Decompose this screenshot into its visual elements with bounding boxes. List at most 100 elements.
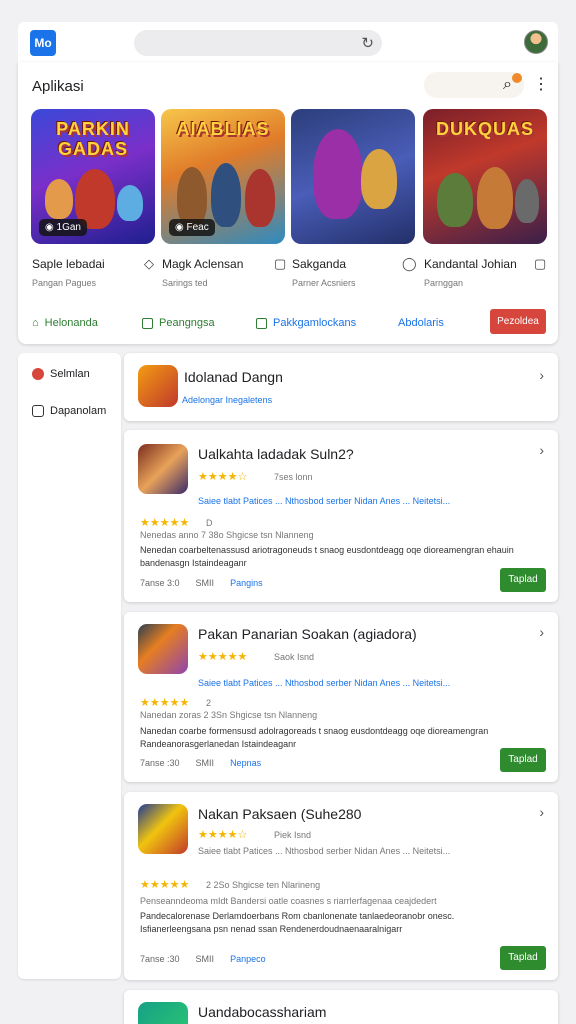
filter-label: Abdolaris	[398, 317, 444, 329]
chevron-right-icon[interactable]: ›	[539, 804, 544, 820]
game-banner: AIABLIAS	[176, 119, 270, 139]
app-footer: 7anse 3:0 SMII Pangins	[140, 578, 263, 588]
suggestion-title: Idolanad Dangn	[184, 369, 283, 385]
game-title[interactable]: Sakganda	[292, 257, 346, 271]
game-tile[interactable]: DUKQUAS	[423, 109, 547, 244]
app-card[interactable]: Ualkahta ladadak Suln2? ★★★★☆ 7ses lonn …	[124, 430, 558, 602]
reload-icon[interactable]: ↻	[361, 34, 374, 52]
filter-label: Peangngsa	[159, 317, 215, 329]
app-links[interactable]: Saiee tlabt Patices ... Nthosbod serber …	[198, 846, 450, 856]
sidebar-item[interactable]: Selmlan	[32, 368, 90, 380]
more-options-icon[interactable]: ⋮	[533, 74, 549, 94]
app-meta: Saok Isnd	[274, 652, 315, 662]
rating-stars: ★★★★☆	[198, 829, 248, 841]
footer-link[interactable]: Nepnas	[230, 758, 261, 768]
app-title: Uandabocasshariam	[198, 1004, 327, 1020]
app-info: Nanedan zoras 2 3Sn Shgicse tsn Nlanneng	[140, 710, 318, 720]
app-card[interactable]: Nakan Paksaen (Suhe280 ★★★★☆ Piek Isnd S…	[124, 792, 558, 980]
rating-stars: ★★★★★	[140, 879, 190, 891]
share-icon[interactable]: ◇	[144, 256, 154, 272]
chevron-right-icon[interactable]: ›	[539, 624, 544, 640]
app-card[interactable]: Pakan Panarian Soakan (agiadora) ★★★★★ S…	[124, 612, 558, 782]
suggestion-card[interactable]: Idolanad Dangn Adelongar Inegaletens ›	[124, 353, 558, 421]
install-button[interactable]: Taplad	[500, 748, 546, 772]
suggestion-subtitle: Adelongar Inegaletens	[182, 395, 273, 405]
rating-count: 2 2So Shgicse ten Nlarineng	[206, 880, 321, 890]
app-title: Pakan Panarian Soakan (agiadora)	[198, 626, 417, 642]
home-icon: ⌂	[32, 317, 39, 329]
sidebar-item[interactable]: Dapanolam	[32, 405, 106, 417]
suggestion-icon	[138, 365, 178, 407]
sidebar: Selmlan Dapanolam	[18, 353, 121, 979]
app-meta: Piek Isnd	[274, 830, 312, 840]
sidebar-item-label: Selmlan	[50, 368, 90, 380]
game-subtitle: Sarings ted	[162, 278, 208, 288]
filter-item[interactable]: Peangngsa	[142, 317, 215, 329]
app-links[interactable]: Saiee tlabt Patices ... Nthosbod serber …	[198, 678, 450, 688]
game-tile[interactable]	[291, 109, 415, 244]
filter-label: Pakkgamlockans	[273, 317, 357, 329]
rating-stars: ★★★★☆	[198, 471, 248, 483]
address-bar[interactable]: ↻	[134, 30, 382, 56]
footer-link[interactable]: Panpeco	[230, 954, 266, 964]
chevron-right-icon[interactable]: ›	[539, 442, 544, 458]
app-links[interactable]: Saiee tlabt Patices ... Nthosbod serber …	[198, 496, 450, 506]
featured-action-button[interactable]: Pezoldea	[490, 309, 546, 334]
game-tile[interactable]: PARKIN GADAS ◉ 1Gan	[31, 109, 155, 244]
filter-label: Helonanda	[44, 317, 98, 329]
install-button[interactable]: Taplad	[500, 946, 546, 970]
filter-home[interactable]: ⌂ Helonanda	[32, 317, 98, 329]
footer-time: 7anse :30	[140, 758, 180, 768]
rating-count: D	[206, 518, 213, 528]
app-logo[interactable]: Mo	[30, 30, 56, 56]
game-subtitle: Parner Acsniers	[292, 278, 356, 288]
app-icon	[138, 444, 188, 494]
game-chip: ◉ 1Gan	[39, 219, 87, 236]
rating-count: 2	[206, 698, 212, 708]
rating-stars: ★★★★★	[198, 651, 248, 663]
search-icon[interactable]: ⌕	[503, 76, 512, 94]
app-description: Nanedan coarbe formensusd adolragoreads …	[140, 726, 489, 749]
search-pill[interactable]: ⌕	[424, 72, 524, 98]
app-title: Ualkahta ladadak Suln2?	[198, 446, 354, 462]
app-title: Nakan Paksaen (Suhe280	[198, 806, 362, 822]
game-title[interactable]: Magk Aclensan	[162, 257, 243, 271]
game-banner: DUKQUAS	[435, 119, 534, 139]
sidebar-item-label: Dapanolam	[50, 405, 107, 417]
rating-stars: ★★★★★	[140, 697, 190, 709]
game-title[interactable]: Saple lebadai	[32, 257, 105, 271]
rating-stars: ★★★★★	[140, 517, 190, 529]
app-description: Pandecalorenase Derlamdoerbans Rom cbanl…	[140, 911, 455, 934]
browser-toolbar: Mo ↻	[18, 22, 558, 64]
games-icon	[32, 405, 44, 417]
footer-time: 7anse 3:0	[140, 578, 180, 588]
game-subtitle: Pangan Pagues	[32, 278, 97, 288]
app-description: Nenedan coarbeltenassusd ariotragoneuds …	[140, 545, 514, 568]
filter-item[interactable]: Abdolaris	[398, 317, 444, 329]
app-info: Nenedas anno 7 38o Shgicse tsn Nlanneng	[140, 530, 314, 540]
chat-icon[interactable]: ◯	[402, 256, 417, 272]
footer-link[interactable]: Pangins	[230, 578, 263, 588]
notification-dot	[512, 73, 522, 83]
game-title[interactable]: Kandantal Johian	[424, 257, 517, 271]
game-chip: ◉ Feac	[169, 219, 215, 236]
category-icon	[256, 317, 267, 329]
game-banner: PARKIN GADAS	[56, 119, 130, 159]
app-footer: 7anse :30 SMII Panpeco	[140, 954, 266, 964]
app-icon	[138, 624, 188, 674]
footer-size: SMII	[195, 578, 215, 588]
footer-size: SMII	[195, 954, 215, 964]
footer-size: SMII	[195, 758, 215, 768]
bookmark-icon[interactable]: ▢	[274, 256, 286, 272]
game-tile[interactable]: AIABLIAS ◉ Feac	[161, 109, 285, 244]
game-subtitle: Parnggan	[424, 278, 464, 288]
app-icon	[138, 804, 188, 854]
user-avatar[interactable]	[524, 30, 548, 54]
install-button[interactable]: Taplad	[500, 568, 546, 592]
app-meta: 7ses lonn	[274, 472, 313, 482]
app-info: Penseanndeoma mIdt Bandersi oatle coasne…	[140, 896, 437, 906]
bookmark-icon[interactable]: ▢	[534, 256, 546, 272]
app-card[interactable]: Uandabocasshariam	[124, 990, 558, 1024]
chevron-right-icon[interactable]: ›	[539, 367, 544, 383]
filter-item[interactable]: Pakkgamlockans	[256, 317, 356, 329]
